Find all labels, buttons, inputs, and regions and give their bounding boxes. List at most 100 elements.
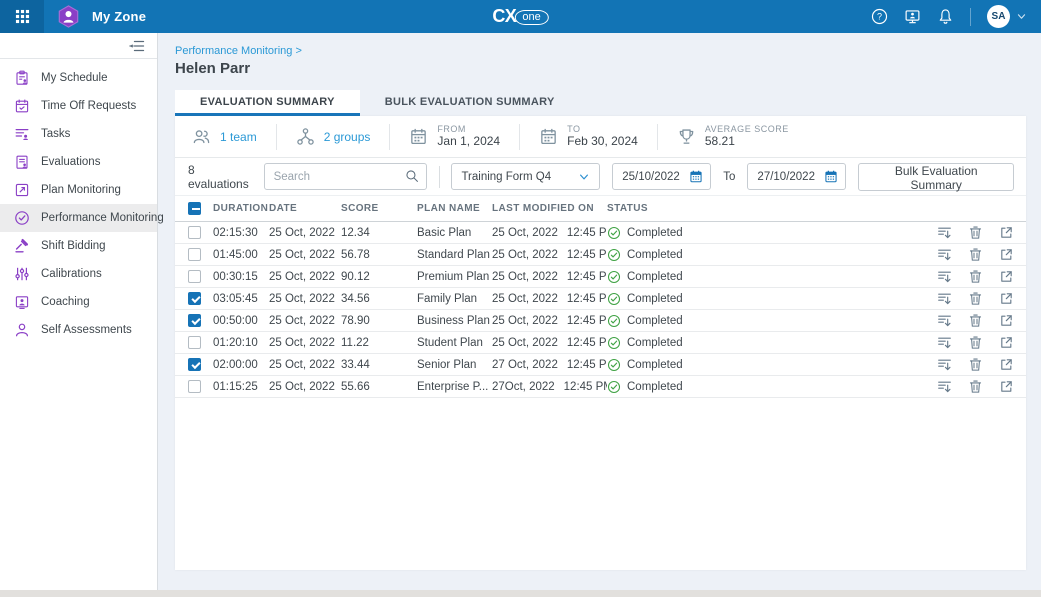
team-link[interactable]: 1 team [220, 130, 257, 144]
delete-trash-icon[interactable] [968, 357, 983, 372]
table-row[interactable]: 02:15:30 25 Oct, 2022 12.34 Basic Plan 2… [175, 222, 1026, 244]
table-toolbar: 8 evaluations Training Form Q4 To [175, 158, 1026, 196]
column-header-date: DATE [269, 203, 341, 214]
date-to-input[interactable] [757, 171, 819, 183]
topbar-divider [970, 8, 971, 26]
delete-trash-icon[interactable] [968, 225, 983, 240]
cell-date: 25 Oct, 2022 [269, 271, 341, 283]
modified-date: 25 Oct, 2022 [492, 315, 558, 327]
sidebar-item-performance-monitoring[interactable]: Performance Monitoring [0, 204, 157, 232]
groups-summary[interactable]: 2 groups [277, 124, 391, 150]
table-row[interactable]: 02:00:00 25 Oct, 2022 33.44 Senior Plan … [175, 354, 1026, 376]
sidebar-item-icon [14, 238, 30, 254]
calendar-picker-icon[interactable] [824, 169, 838, 184]
row-checkbox[interactable] [188, 314, 201, 327]
open-external-icon[interactable] [999, 291, 1014, 306]
tab-evaluation-summary[interactable]: EVALUATION SUMMARY [175, 90, 360, 116]
assign-playlist-add-icon[interactable] [937, 379, 952, 394]
sidebar-item-plan-monitoring[interactable]: Plan Monitoring [0, 176, 157, 204]
calendar-picker-icon[interactable] [689, 169, 703, 184]
cell-duration: 00:50:00 [213, 315, 269, 327]
row-checkbox[interactable] [188, 380, 201, 393]
open-external-icon[interactable] [999, 335, 1014, 350]
open-external-icon[interactable] [999, 357, 1014, 372]
bulk-evaluation-summary-button[interactable]: Bulk Evaluation Summary [858, 163, 1014, 191]
delete-trash-icon[interactable] [968, 335, 983, 350]
breadcrumb[interactable]: Performance Monitoring > [175, 45, 1026, 57]
date-from-input[interactable] [622, 171, 684, 183]
sidebar-item-my-schedule[interactable]: My Schedule [0, 64, 157, 92]
row-checkbox[interactable] [188, 270, 201, 283]
sidebar-item-evaluations[interactable]: Evaluations [0, 148, 157, 176]
status-text: Completed [627, 271, 683, 283]
completed-check-icon [607, 248, 621, 262]
evaluations-count: 8 evaluations [188, 163, 250, 191]
sidebar-item-self-assessments[interactable]: Self Assessments [0, 316, 157, 344]
open-external-icon[interactable] [999, 379, 1014, 394]
app-launcher-button[interactable] [0, 0, 44, 33]
status-text: Completed [627, 249, 683, 261]
search-input[interactable] [264, 163, 427, 190]
training-screen-icon[interactable] [904, 8, 921, 25]
average-score-summary: AVERAGE SCORE 58.21 [658, 124, 808, 150]
delete-trash-icon[interactable] [968, 291, 983, 306]
sidebar-item-tasks[interactable]: Tasks [0, 120, 157, 148]
sidebar-item-calibrations[interactable]: Calibrations [0, 260, 157, 288]
table-row[interactable]: 01:15:25 25 Oct, 2022 55.66 Enterprise P… [175, 376, 1026, 398]
user-menu[interactable]: SA [987, 5, 1027, 28]
collapse-menu-icon[interactable] [129, 38, 145, 54]
cell-plan-name: Standard Plan [417, 249, 492, 261]
row-checkbox[interactable] [188, 358, 201, 371]
assign-playlist-add-icon[interactable] [937, 247, 952, 262]
table-row[interactable]: 00:30:15 25 Oct, 2022 90.12 Premium Plan… [175, 266, 1026, 288]
cell-last-modified: 25 Oct, 202212:45 PM [492, 293, 607, 305]
open-external-icon[interactable] [999, 225, 1014, 240]
notifications-bell-icon[interactable] [937, 8, 954, 25]
delete-trash-icon[interactable] [968, 269, 983, 284]
assign-playlist-add-icon[interactable] [937, 291, 952, 306]
chevron-down-icon [578, 171, 590, 183]
sidebar-item-icon [14, 266, 30, 282]
assign-playlist-add-icon[interactable] [937, 357, 952, 372]
assign-playlist-add-icon[interactable] [937, 225, 952, 240]
cell-score: 56.78 [341, 249, 417, 261]
table-row[interactable]: 00:50:00 25 Oct, 2022 78.90 Business Pla… [175, 310, 1026, 332]
open-external-icon[interactable] [999, 269, 1014, 284]
delete-trash-icon[interactable] [968, 313, 983, 328]
search-icon[interactable] [405, 169, 419, 183]
groups-link[interactable]: 2 groups [324, 130, 371, 144]
delete-trash-icon[interactable] [968, 379, 983, 394]
assign-playlist-add-icon[interactable] [937, 269, 952, 284]
cell-score: 12.34 [341, 227, 417, 239]
sidebar-item-coaching[interactable]: Coaching [0, 288, 157, 316]
to-date-summary: TO Feb 30, 2024 [520, 124, 658, 150]
completed-check-icon [607, 336, 621, 350]
open-external-icon[interactable] [999, 313, 1014, 328]
row-actions [919, 269, 1014, 284]
sidebar-item-label: Time Off Requests [41, 100, 136, 112]
select-all-checkbox[interactable] [188, 202, 201, 215]
table-row[interactable]: 01:20:10 25 Oct, 2022 11.22 Student Plan… [175, 332, 1026, 354]
table-row[interactable]: 01:45:00 25 Oct, 2022 56.78 Standard Pla… [175, 244, 1026, 266]
cell-duration: 01:20:10 [213, 337, 269, 349]
cell-score: 90.12 [341, 271, 417, 283]
row-checkbox[interactable] [188, 226, 201, 239]
row-checkbox[interactable] [188, 336, 201, 349]
row-checkbox[interactable] [188, 292, 201, 305]
table-row[interactable]: 03:05:45 25 Oct, 2022 34.56 Family Plan … [175, 288, 1026, 310]
delete-trash-icon[interactable] [968, 247, 983, 262]
tab-bulk-evaluation-summary[interactable]: BULK EVALUATION SUMMARY [360, 90, 580, 116]
help-icon[interactable] [871, 8, 888, 25]
assign-playlist-add-icon[interactable] [937, 313, 952, 328]
assign-playlist-add-icon[interactable] [937, 335, 952, 350]
cell-duration: 02:00:00 [213, 359, 269, 371]
row-actions [919, 247, 1014, 262]
completed-check-icon [607, 226, 621, 240]
form-filter-dropdown[interactable]: Training Form Q4 [451, 163, 600, 190]
sidebar-item-shift-bidding[interactable]: Shift Bidding [0, 232, 157, 260]
cell-duration: 00:30:15 [213, 271, 269, 283]
row-checkbox[interactable] [188, 248, 201, 261]
team-summary[interactable]: 1 team [189, 124, 277, 150]
open-external-icon[interactable] [999, 247, 1014, 262]
sidebar-item-time-off-requests[interactable]: Time Off Requests [0, 92, 157, 120]
